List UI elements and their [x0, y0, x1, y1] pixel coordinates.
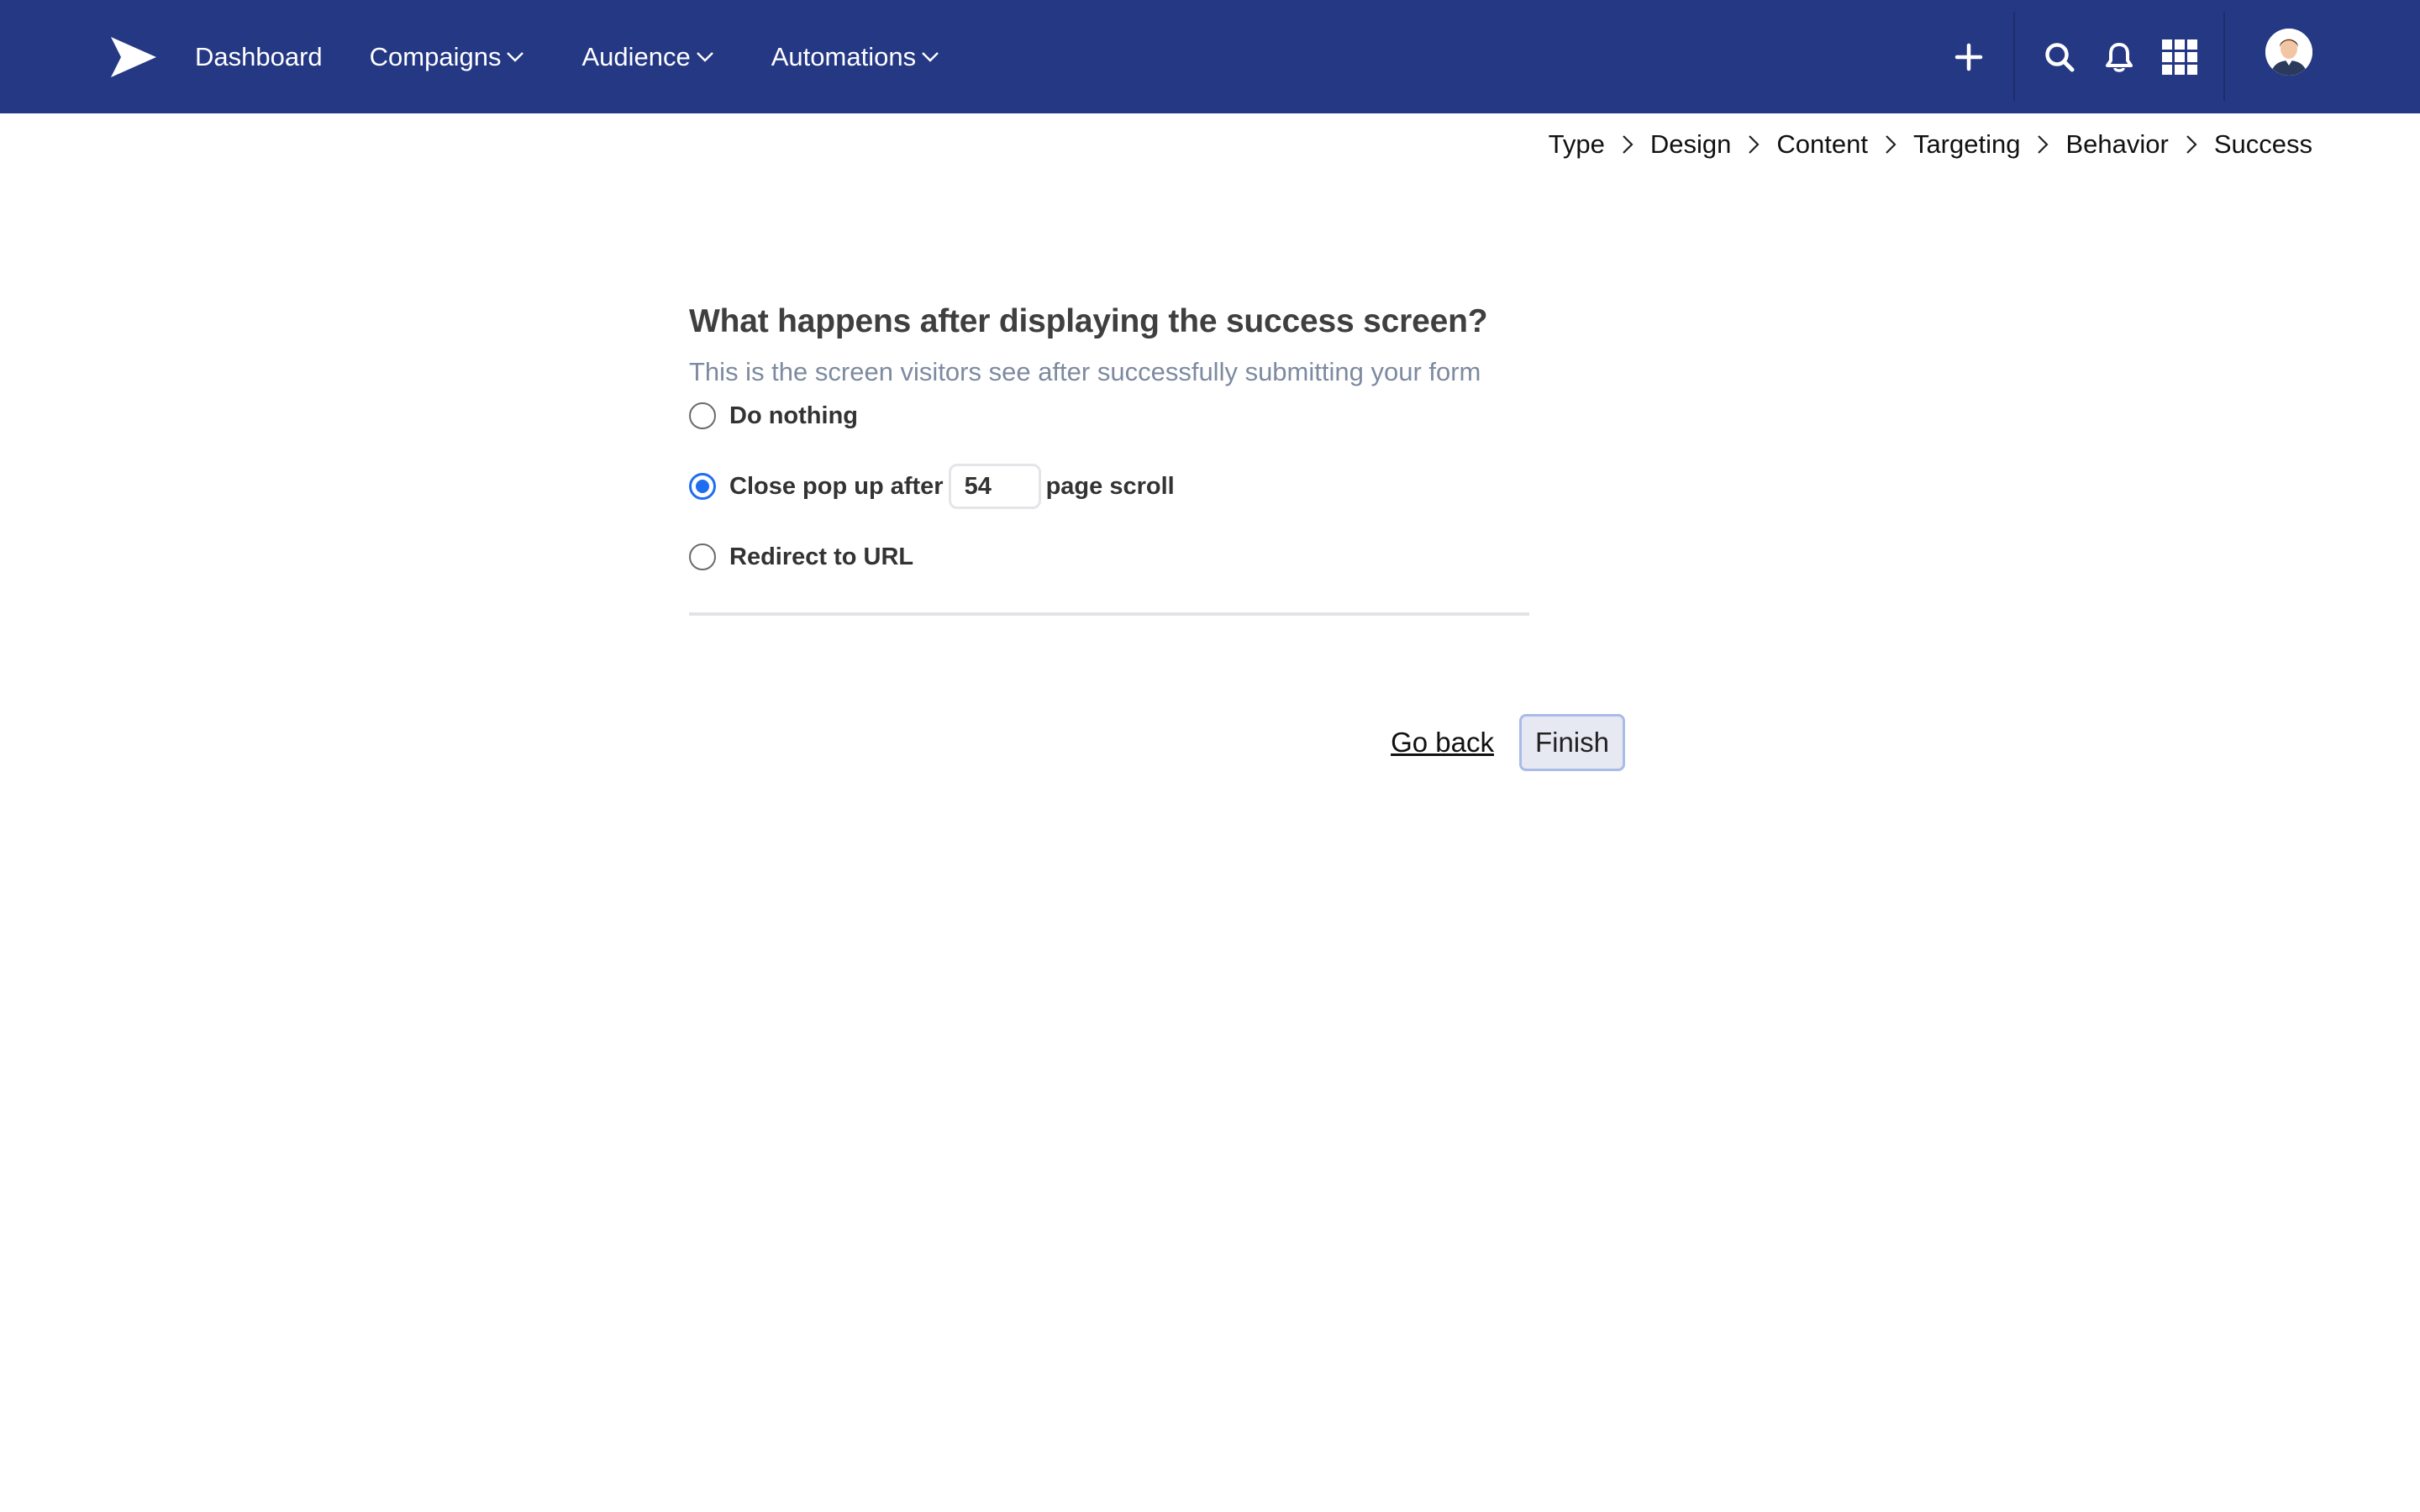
nav-audience[interactable]: Audience: [581, 42, 713, 72]
finish-button[interactable]: Finish: [1518, 714, 1625, 771]
nav-dashboard[interactable]: Dashboard: [195, 42, 323, 72]
grid-icon: [2162, 39, 2197, 75]
breadcrumb-behavior[interactable]: Behavior: [2065, 129, 2168, 160]
breadcrumb-type[interactable]: Type: [1549, 129, 1605, 160]
form-divider: [689, 612, 1529, 616]
breadcrumb-content[interactable]: Content: [1776, 129, 1868, 160]
chevron-down-icon: [922, 51, 939, 62]
page-title: What happens after displaying the succes…: [689, 303, 1488, 339]
chevron-down-icon: [696, 51, 713, 62]
nav-audience-label: Audience: [581, 41, 691, 71]
do-nothing-label: Do nothing: [729, 402, 859, 429]
nav-dashboard-label: Dashboard: [195, 41, 323, 71]
chevron-right-icon: [1749, 135, 1760, 154]
option-redirect[interactable]: Redirect to URL: [689, 538, 1529, 575]
nav-compaigns-label: Compaigns: [369, 41, 502, 71]
breadcrumb-design[interactable]: Design: [1650, 129, 1732, 160]
wizard-breadcrumb: Type Design Content Targeting Behavior S…: [1549, 128, 2312, 161]
page-scroll-label: page scroll: [1045, 472, 1175, 500]
bell-icon: [2106, 42, 2133, 72]
user-avatar[interactable]: [2265, 29, 2312, 76]
scroll-percent-input[interactable]: [948, 464, 1041, 509]
search-button[interactable]: [2037, 0, 2082, 113]
option-close-popup[interactable]: Close pop up after page scroll: [689, 464, 1529, 509]
do-nothing-radio[interactable]: [689, 402, 716, 429]
redirect-radio[interactable]: [689, 543, 716, 570]
nav-automations-label: Automations: [771, 41, 917, 71]
chevron-right-icon: [1886, 135, 1897, 154]
breadcrumb-targeting[interactable]: Targeting: [1913, 129, 2021, 160]
nav-automations[interactable]: Automations: [771, 42, 939, 72]
top-navigation-bar: Dashboard Compaigns Audience Automations: [0, 0, 2420, 113]
option-do-nothing[interactable]: Do nothing: [689, 397, 1529, 434]
chevron-right-icon: [2038, 135, 2049, 154]
redirect-label: Redirect to URL: [729, 543, 914, 570]
wizard-footer: Go back Finish: [1391, 714, 1625, 771]
notifications-button[interactable]: [2097, 0, 2141, 113]
page-subtitle: This is the screen visitors see after su…: [689, 357, 1481, 386]
chevron-down-icon: [507, 51, 524, 62]
chevron-right-icon: [1623, 135, 1634, 154]
paper-plane-logo-icon[interactable]: [109, 35, 158, 79]
main-nav: Dashboard Compaigns Audience Automations: [195, 0, 986, 113]
add-button[interactable]: [1946, 0, 1991, 113]
search-icon: [2045, 42, 2075, 71]
apps-grid-button[interactable]: [2156, 0, 2203, 113]
nav-separator: [2013, 12, 2015, 101]
avatar-icon: [2265, 29, 2312, 76]
nav-separator: [2223, 12, 2225, 101]
close-popup-label: Close pop up after: [729, 472, 944, 500]
nav-compaigns[interactable]: Compaigns: [370, 42, 525, 72]
go-back-link[interactable]: Go back: [1391, 727, 1494, 759]
chevron-right-icon: [2186, 135, 2197, 154]
breadcrumb-success[interactable]: Success: [2214, 129, 2312, 160]
plus-icon: [1954, 43, 1983, 71]
close-popup-radio[interactable]: [689, 473, 716, 500]
success-behavior-form: What happens after displaying the succes…: [689, 298, 1529, 616]
